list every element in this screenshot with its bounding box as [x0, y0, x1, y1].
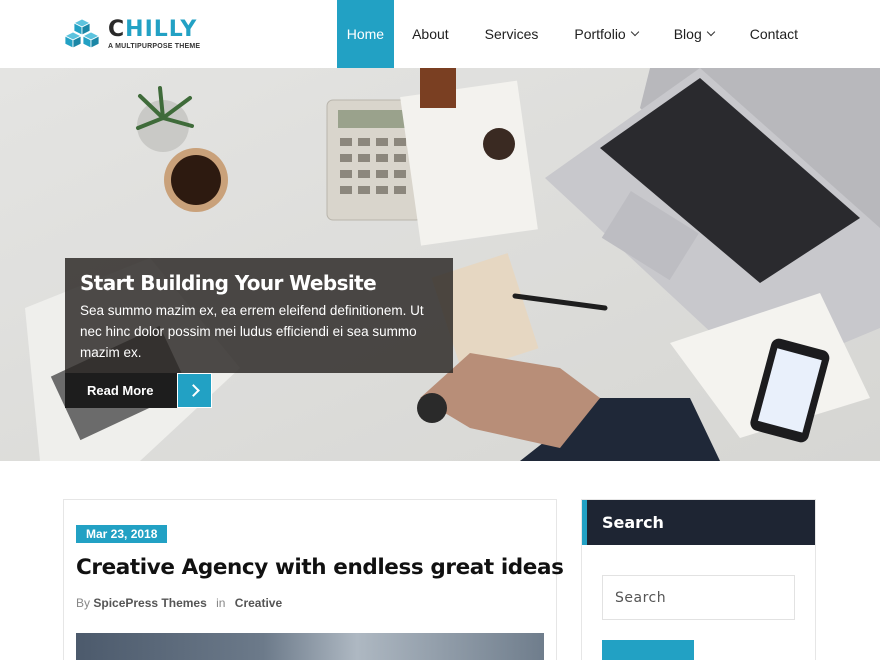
site-logo[interactable]: CHILLY A MULTIPURPOSE THEME	[64, 16, 200, 52]
post-date-badge[interactable]: Mar 23, 2018	[76, 525, 168, 543]
main-navigation: Home About Services Portfolio Blog Conta…	[336, 0, 816, 68]
chevron-down-icon	[630, 27, 639, 37]
nav-item-portfolio[interactable]: Portfolio	[556, 0, 655, 68]
nav-item-about[interactable]: About	[394, 0, 467, 68]
post-featured-image[interactable]	[76, 633, 544, 660]
nav-item-contact[interactable]: Contact	[732, 0, 816, 68]
post-title[interactable]: Creative Agency with endless great ideas	[76, 555, 564, 580]
hero-caption: Start Building Your Website Sea summo ma…	[65, 258, 453, 373]
search-widget: Search Search	[581, 499, 816, 660]
nav-label: Blog	[673, 26, 702, 42]
chevron-right-icon	[177, 373, 212, 408]
chevron-down-icon	[706, 27, 715, 37]
post-meta: By SpicePress Themes in Creative	[76, 596, 282, 610]
search-input[interactable]	[602, 575, 795, 620]
hero-title: Start Building Your Website	[80, 271, 377, 295]
post-author-link[interactable]: SpicePress Themes	[93, 596, 206, 610]
site-title-initial: C	[108, 16, 126, 42]
nav-label: Contact	[749, 26, 798, 42]
site-title: CHILLY	[108, 16, 200, 42]
nav-label: Home	[346, 26, 385, 42]
hero-description: Sea summo mazim ex, ea errem eleifend de…	[80, 303, 424, 360]
post-by-label: By	[76, 596, 91, 610]
nav-item-blog[interactable]: Blog	[656, 0, 732, 68]
nav-item-home[interactable]: Home	[336, 0, 395, 68]
nav-label: About	[412, 26, 449, 42]
hero-slider: Start Building Your Website Sea summo ma…	[0, 68, 880, 461]
search-button[interactable]: Search	[602, 640, 694, 660]
read-more-label: Read More	[65, 373, 177, 408]
blog-post-card: Mar 23, 2018 Creative Agency with endles…	[63, 499, 564, 660]
nav-label: Services	[484, 26, 539, 42]
nav-label: Portfolio	[574, 26, 626, 42]
widget-title: Search	[582, 500, 815, 545]
read-more-button[interactable]: Read More	[65, 373, 212, 408]
post-in-label: in	[216, 596, 226, 610]
post-category-link[interactable]: Creative	[235, 596, 282, 610]
nav-item-services[interactable]: Services	[467, 0, 557, 68]
site-title-rest: HILLY	[125, 16, 198, 42]
site-header: CHILLY A MULTIPURPOSE THEME Home About S…	[0, 0, 880, 68]
site-tagline: A MULTIPURPOSE THEME	[108, 42, 201, 50]
cubes-icon	[64, 19, 100, 49]
